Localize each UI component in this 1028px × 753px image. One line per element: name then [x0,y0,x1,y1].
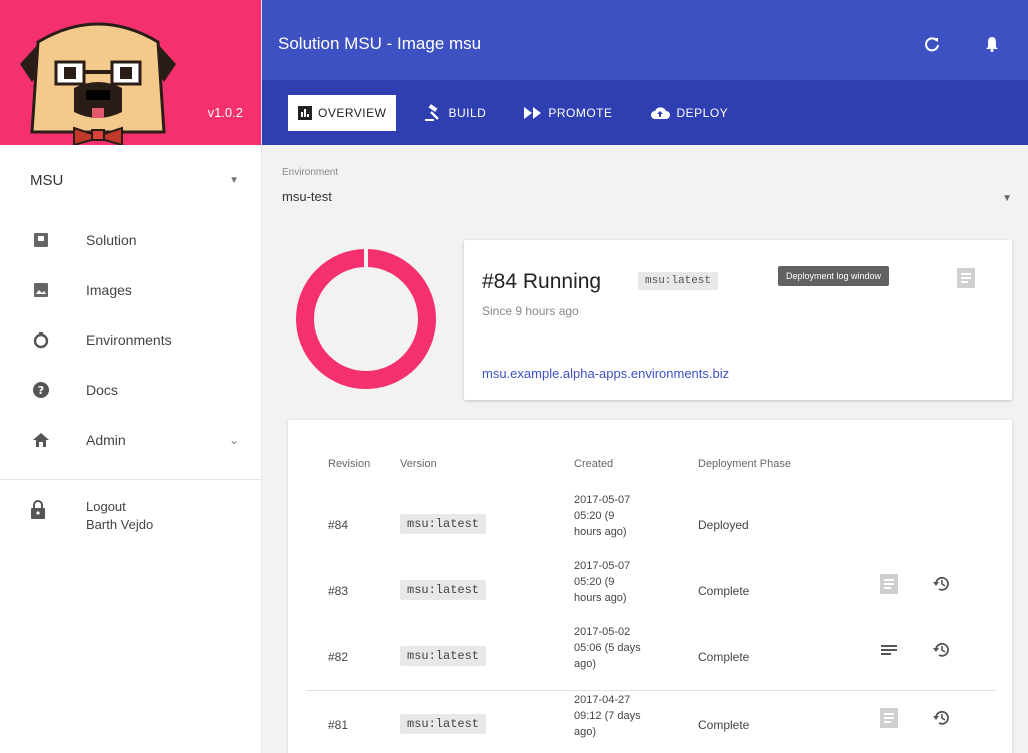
solution-selector-value: MSU [30,171,64,189]
deployment-status-title: #84 Running [482,270,602,293]
donut-gap [364,249,368,269]
status-donut-chart [296,249,436,389]
svg-text:?: ? [38,384,44,397]
environment-select[interactable]: msu-test [282,189,332,204]
created-cell: 2017-05-02 05:06 (5 days ago) [574,626,641,670]
version-tag: msu:latest [400,714,487,734]
home-icon [30,429,52,451]
table-row: #84 msu:latest 2017-05-07 05:20 (9 hours… [288,492,1012,558]
environment-icon [30,329,52,351]
deployment-history-table: Revision Version Created Deployment Phas… [288,420,1012,753]
table-row: #82 msu:latest 2017-05-02 05:06 (5 days … [288,624,1012,690]
log-icon[interactable] [880,708,898,731]
overview-icon [298,105,312,120]
column-header-version: Version [400,458,437,470]
logo-area: v1.0.2 [0,0,261,145]
help-icon: ? [30,379,52,401]
table-row: #81 msu:latest 2017-04-27 09:12 (7 days … [288,692,1012,753]
rollback-icon[interactable] [932,708,952,731]
sidebar-item-label: Admin [86,432,126,448]
tab-bar: OVERVIEW BUILD PROMOTE DEPLOY [262,80,1028,145]
tab-label: DEPLOY [676,105,729,120]
sidebar-item-environments[interactable]: Environments [0,315,261,365]
column-header-created: Created [574,458,614,470]
sidebar-item-label: Images [86,282,132,298]
bell-icon[interactable] [982,34,1002,54]
tab-build[interactable]: BUILD [414,95,496,131]
solution-icon [30,229,52,251]
deployment-since: Since 9 hours ago [482,304,579,318]
log-icon[interactable] [880,574,898,597]
caret-down-icon: ▼ [229,174,239,186]
version-tag: msu:latest [400,514,487,534]
revision-cell: #84 [328,518,349,532]
image-icon [30,279,52,301]
tab-promote[interactable]: PROMOTE [514,95,622,131]
logout-button[interactable]: Logout Barth Vejdo [0,498,261,534]
log-lines-icon[interactable] [880,640,898,663]
phase-cell: Deployed [698,518,749,532]
tab-label: OVERVIEW [318,105,387,120]
tab-overview[interactable]: OVERVIEW [288,94,397,131]
lock-icon [30,500,52,522]
phase-cell: Complete [698,650,750,664]
sidebar-item-label: Environments [86,332,172,348]
log-icon[interactable] [957,268,975,293]
sidebar: v1.0.2 MSU ▼ Solution Images Environment… [0,0,262,753]
phase-cell: Complete [698,718,750,732]
deployment-status-card: #84 Running msu:latest Since 9 hours ago… [464,240,1012,400]
app-version: v1.0.2 [207,105,243,120]
sidebar-item-admin[interactable]: Admin ⌄ [0,415,261,465]
created-cell: 2017-04-27 09:12 (7 days ago) [574,694,641,738]
caret-down-icon[interactable]: ▼ [1002,193,1012,204]
version-tag: msu:latest [638,272,719,290]
tab-deploy[interactable]: DEPLOY [640,95,738,131]
chevron-down-icon[interactable]: ⌄ [229,433,239,447]
version-tag: msu:latest [400,580,487,600]
sidebar-item-docs[interactable]: ? Docs [0,365,261,415]
revision-cell: #82 [328,650,349,664]
tab-label: PROMOTE [548,105,613,120]
rollback-icon[interactable] [932,640,952,663]
column-header-revision: Revision [328,458,371,470]
cloud-upload-icon [650,106,671,120]
user-name: Barth Vejdo [86,517,154,532]
rollback-icon[interactable] [932,574,952,597]
gavel-icon [424,103,442,122]
column-header-phase: Deployment Phase [698,458,791,470]
environment-url-link[interactable]: msu.example.alpha-apps.environments.biz [482,366,729,381]
sidebar-item-solution[interactable]: Solution [0,215,261,265]
donut-ring [296,249,436,389]
version-tag: msu:latest [400,646,487,666]
created-cell: 2017-05-07 05:20 (9 hours ago) [574,494,631,538]
revision-cell: #81 [328,718,349,732]
page-title: Solution MSU - Image msu [278,34,482,53]
main-content: Environment msu-test ▼ #84 Running msu:l… [262,145,1028,753]
table-row: #83 msu:latest 2017-05-07 05:20 (9 hours… [288,558,1012,624]
sidebar-divider [0,479,261,480]
environment-label: Environment [282,167,339,178]
pug-logo-icon [20,22,176,145]
sidebar-item-images[interactable]: Images [0,265,261,315]
sidebar-item-label: Docs [86,382,118,398]
tab-label: BUILD [448,105,487,120]
tooltip: Deployment log window [778,266,890,286]
sidebar-item-label: Solution [86,232,137,248]
phase-cell: Complete [698,584,750,598]
row-divider [306,690,996,691]
fast-forward-icon [524,106,542,119]
created-cell: 2017-05-07 05:20 (9 hours ago) [574,560,631,604]
logout-label: Logout [86,499,126,514]
refresh-icon[interactable] [922,34,942,54]
solution-selector[interactable]: MSU ▼ [0,145,261,215]
revision-cell: #83 [328,584,349,598]
